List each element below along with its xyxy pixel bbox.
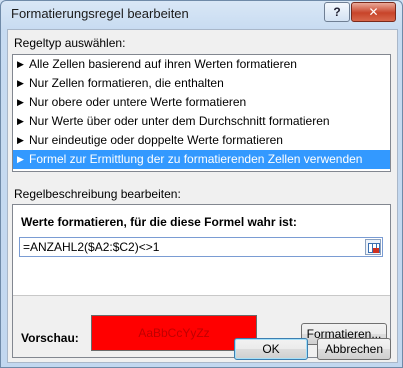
rule-type-item[interactable]: ▶ Alle Zellen basierend auf ihren Werten… (13, 55, 390, 74)
rule-type-list[interactable]: ▶ Alle Zellen basierend auf ihren Werten… (12, 54, 391, 172)
rule-type-item-selected[interactable]: ▶ Formel zur Ermittlung der zu formatier… (13, 150, 390, 169)
rule-description-panel: Werte formatieren, für die diese Formel … (12, 204, 391, 358)
window-title: Formatierungsregel bearbeiten (11, 6, 189, 21)
arrow-right-icon: ▶ (17, 135, 24, 145)
formula-label: Werte formatieren, für die diese Formel … (21, 215, 297, 229)
formula-input[interactable]: =ANZAHL2($A2:$C2)<>1 (19, 237, 383, 257)
ok-button[interactable]: OK (234, 338, 308, 360)
rule-description-label: Regelbeschreibung bearbeiten: (14, 187, 181, 201)
rule-type-item-label: Nur obere oder untere Werte formatieren (29, 95, 247, 109)
arrow-right-icon: ▶ (17, 97, 24, 107)
rule-type-item[interactable]: ▶ Nur obere oder untere Werte formatiere… (13, 93, 390, 112)
rule-type-item-label: Nur Zellen formatieren, die enthalten (29, 76, 224, 90)
help-button[interactable]: ? (324, 2, 350, 22)
rule-type-item-label: Nur Werte über oder unter dem Durchschni… (29, 114, 330, 128)
rule-type-item[interactable]: ▶ Nur eindeutige oder doppelte Werte for… (13, 131, 390, 150)
cancel-button[interactable]: Abbrechen (317, 338, 391, 360)
preview-label: Vorschau: (21, 331, 79, 345)
rule-type-item-label: Alle Zellen basierend auf ihren Werten f… (29, 57, 297, 71)
rule-type-item-label: Formel zur Ermittlung der zu formatieren… (29, 152, 363, 166)
formula-section: Werte formatieren, für die diese Formel … (13, 205, 390, 296)
arrow-right-icon: ▶ (17, 59, 24, 69)
rule-type-item-label: Nur eindeutige oder doppelte Werte forma… (29, 133, 283, 147)
close-button[interactable]: ✕ (351, 2, 396, 22)
format-preview: AaBbCcYyZz (91, 315, 257, 351)
arrow-right-icon: ▶ (17, 154, 24, 164)
preview-sample-text: AaBbCcYyZz (138, 326, 210, 340)
arrow-right-icon: ▶ (17, 78, 24, 88)
formula-value: =ANZAHL2($A2:$C2)<>1 (23, 240, 160, 254)
collapse-dialog-button[interactable] (365, 239, 381, 255)
rule-type-label: Regeltyp auswählen: (14, 36, 126, 50)
rule-type-item[interactable]: ▶ Nur Zellen formatieren, die enthalten (13, 74, 390, 93)
dialog-content: Regeltyp auswählen: ▶ Alle Zellen basier… (7, 29, 398, 363)
range-select-icon-marker (373, 248, 379, 253)
rule-type-item[interactable]: ▶ Nur Werte über oder unter dem Durchsch… (13, 112, 390, 131)
arrow-right-icon: ▶ (17, 116, 24, 126)
dialog-window: Formatierungsregel bearbeiten ? ✕ Regelt… (0, 0, 403, 368)
